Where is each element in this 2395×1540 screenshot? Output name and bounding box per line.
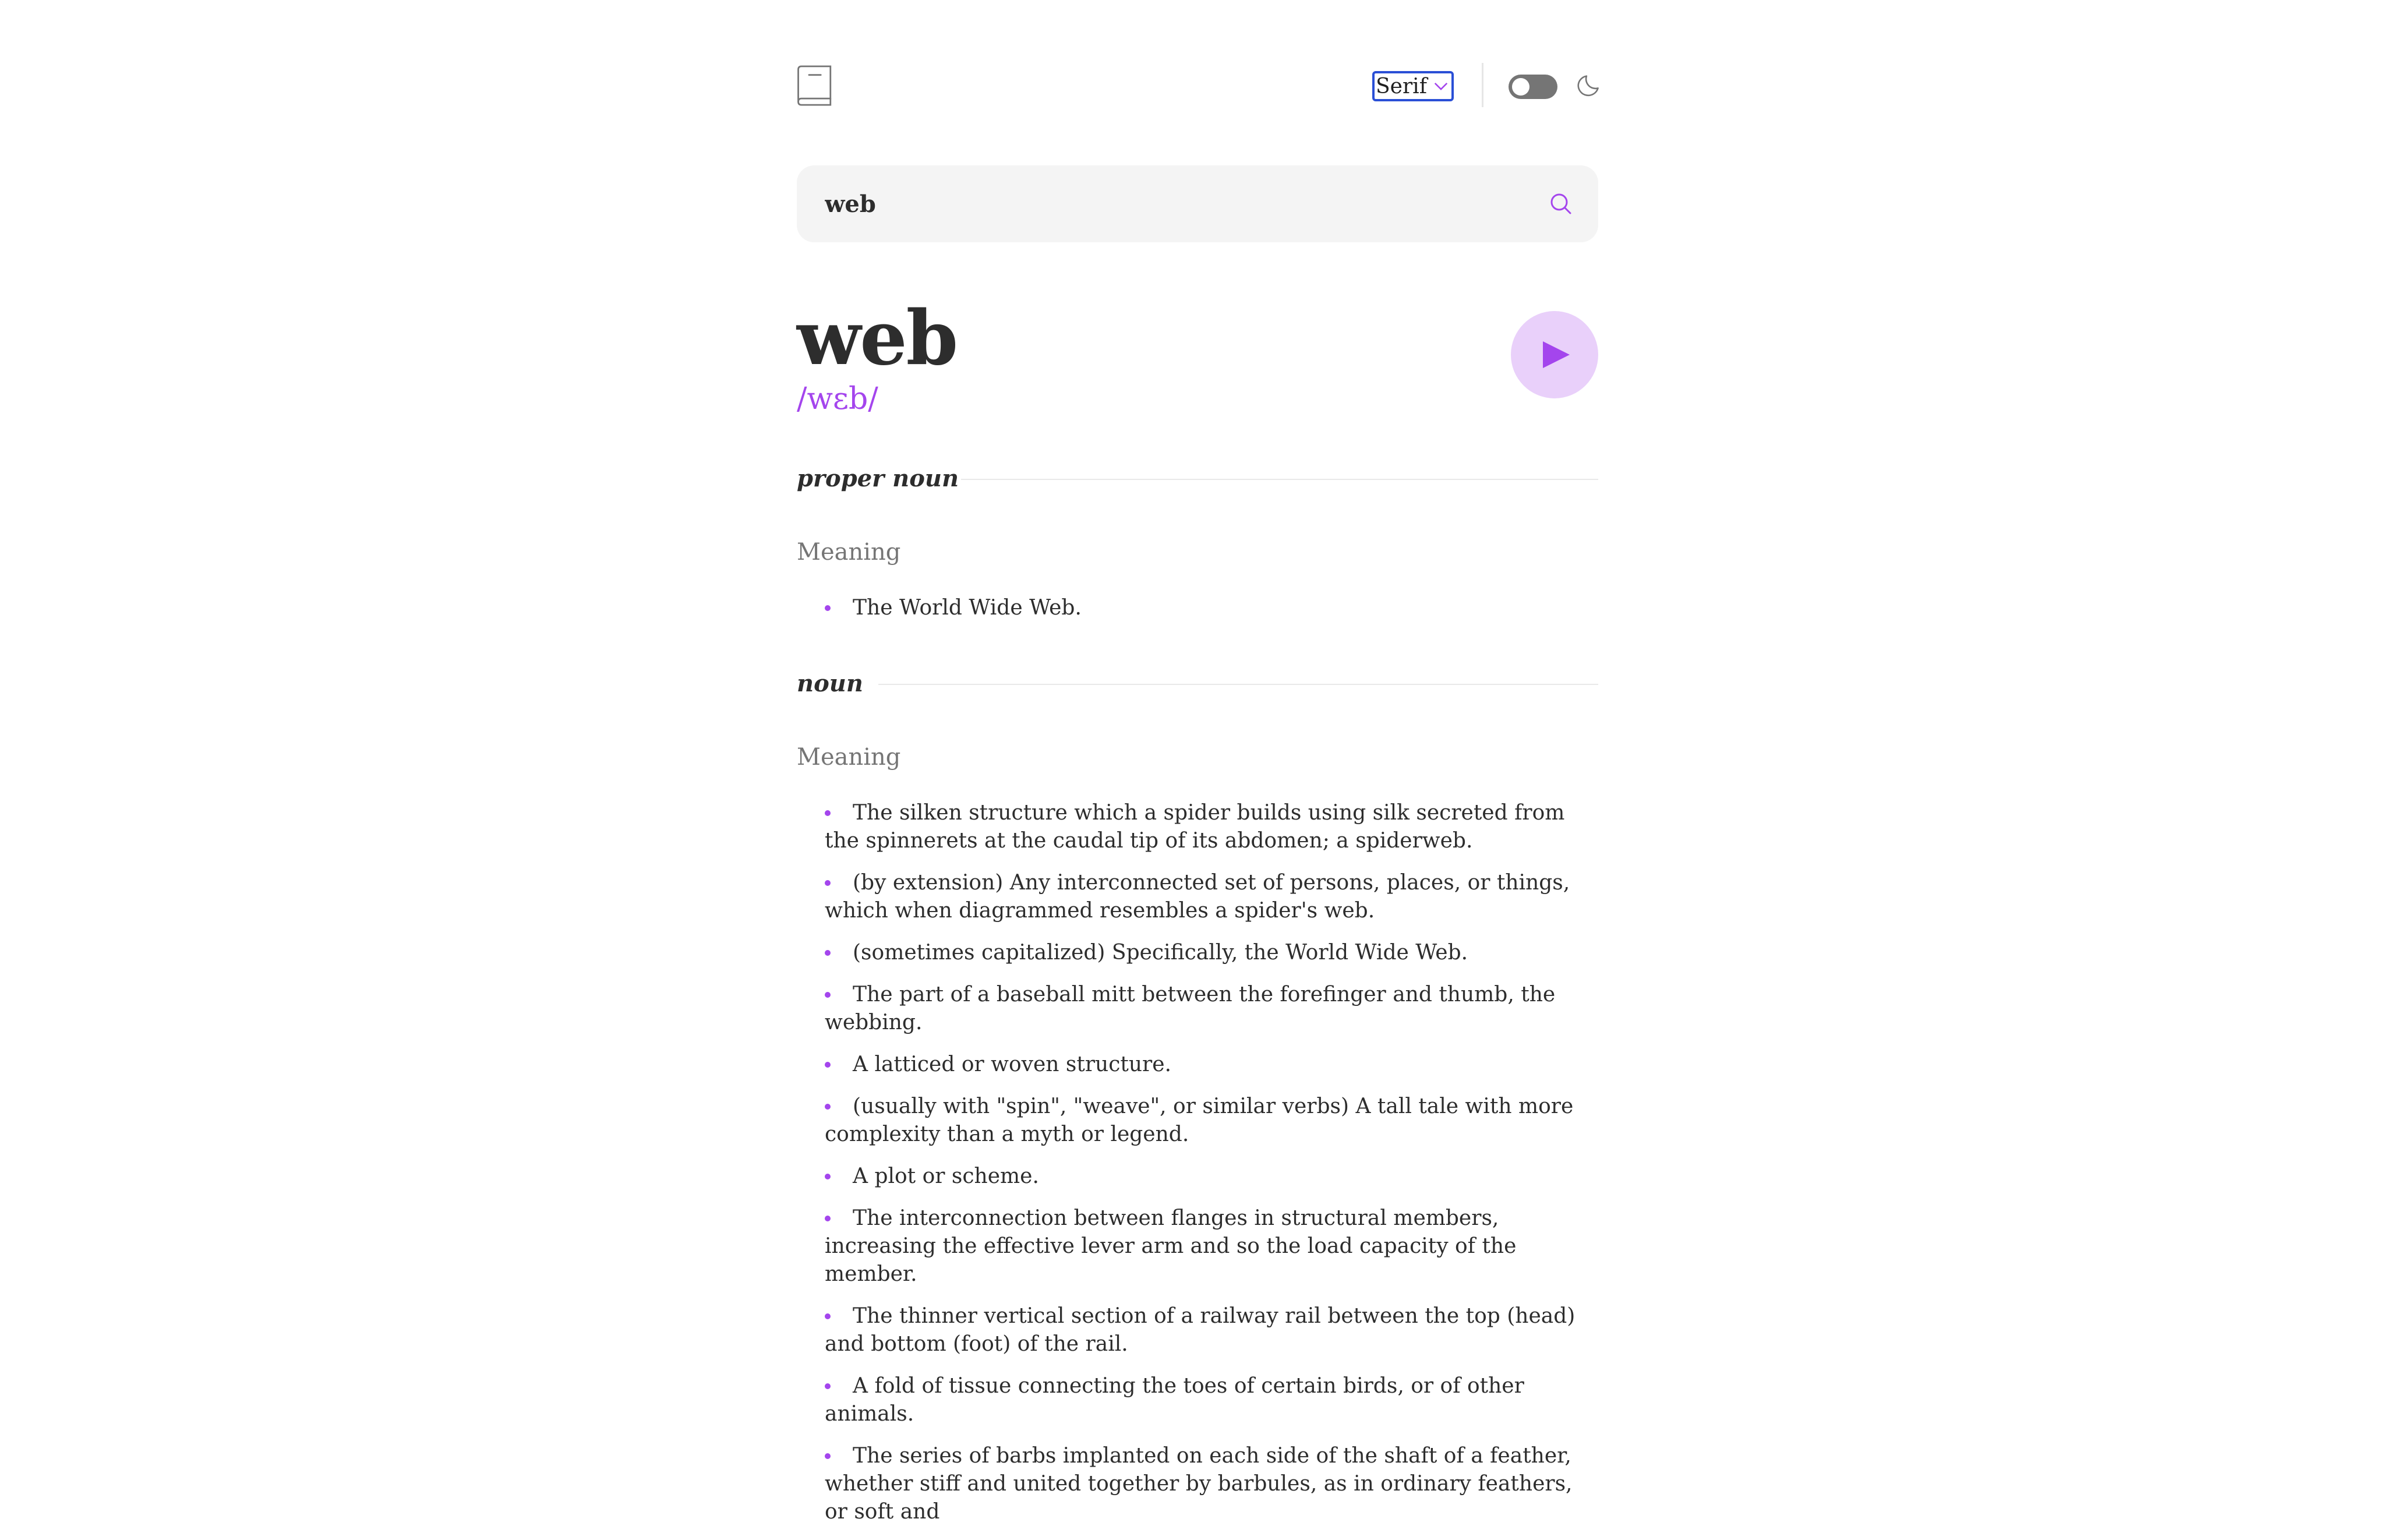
font-selector[interactable]: Serif [1372,71,1454,101]
section-divider [961,479,1598,480]
bullet [825,1104,831,1110]
list-item: (usually with "spin", "weave", or simila… [825,1094,1574,1146]
header: Serif [797,63,1599,107]
definition-list: The World Wide Web. [797,594,1598,636]
play-icon [1543,341,1570,368]
list-item: The part of a baseball mitt between the … [825,983,1556,1034]
book-icon[interactable] [797,65,834,106]
toggle-knob [1512,78,1529,96]
bullet [825,1383,831,1389]
list-item: (by extension) Any interconnected set of… [825,871,1570,923]
part-of-speech: proper noun [797,465,959,492]
list-item: A plot or scheme. [797,1163,1598,1191]
font-selector-value: Serif [1376,74,1428,98]
meaning-label: Meaning [797,539,901,566]
theme-toggle[interactable] [1509,75,1557,99]
play-audio-button[interactable] [1511,311,1598,398]
bullet [825,605,831,611]
definition-list: The silken structure which a spider buil… [797,799,1598,1540]
list-item: The World Wide Web. [797,594,1598,622]
bullet [825,992,831,998]
part-of-speech: noun [797,670,863,697]
meaning-label: Meaning [797,744,901,771]
word-title: web [797,295,958,382]
list-item: (sometimes capitalized) Specifically, th… [797,939,1598,967]
search-input[interactable] [825,165,1524,242]
bullet [825,1062,831,1068]
list-item: The thinner vertical section of a railwa… [825,1304,1576,1356]
phonetic: /wɛb/ [797,382,878,416]
bullet [825,880,831,886]
bullet [825,810,831,816]
list-item: A latticed or woven structure. [797,1051,1598,1079]
section-divider [878,684,1598,685]
moon-icon[interactable] [1577,75,1599,97]
list-item: The interconnection between flanges in s… [825,1206,1517,1286]
dictionary-app: Serif web /wɛb/ proper noun Meaning The … [797,0,1599,1524]
list-item: A fold of tissue connecting the toes of … [825,1374,1524,1426]
list-item: The series of barbs implanted on each si… [825,1444,1573,1524]
chevron-down-icon [1434,82,1448,90]
header-divider [1482,63,1483,107]
list-item: The silken structure which a spider buil… [825,801,1565,853]
bullet [825,1174,831,1179]
bullet [825,1313,831,1319]
bullet [825,950,831,956]
bullet [825,1453,831,1459]
search-bar [797,165,1598,242]
bullet [825,1216,831,1221]
search-icon[interactable] [1550,193,1571,214]
